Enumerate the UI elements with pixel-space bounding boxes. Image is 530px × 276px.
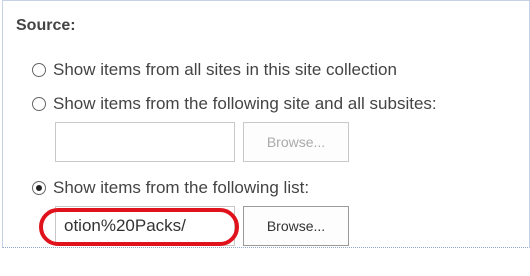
- option-site-and-subsites-label: Show items from the following site and a…: [53, 94, 437, 113]
- list-browse-button[interactable]: Browse...: [243, 206, 349, 246]
- radio-site-and-subsites[interactable]: [32, 97, 46, 111]
- option-all-sites[interactable]: Show items from all sites in this site c…: [32, 60, 397, 80]
- option-following-list-label: Show items from the following list:: [53, 178, 310, 197]
- site-browse-button[interactable]: Browse...: [243, 122, 349, 162]
- option-all-sites-label: Show items from all sites in this site c…: [53, 60, 397, 79]
- radio-following-list[interactable]: [32, 181, 46, 195]
- list-url-input[interactable]: otion%20Packs/: [55, 206, 235, 246]
- site-url-input[interactable]: [55, 122, 235, 162]
- section-title: Source:: [16, 17, 76, 34]
- radio-all-sites[interactable]: [32, 63, 46, 77]
- option-site-and-subsites[interactable]: Show items from the following site and a…: [32, 94, 437, 114]
- option-following-list[interactable]: Show items from the following list:: [32, 178, 309, 198]
